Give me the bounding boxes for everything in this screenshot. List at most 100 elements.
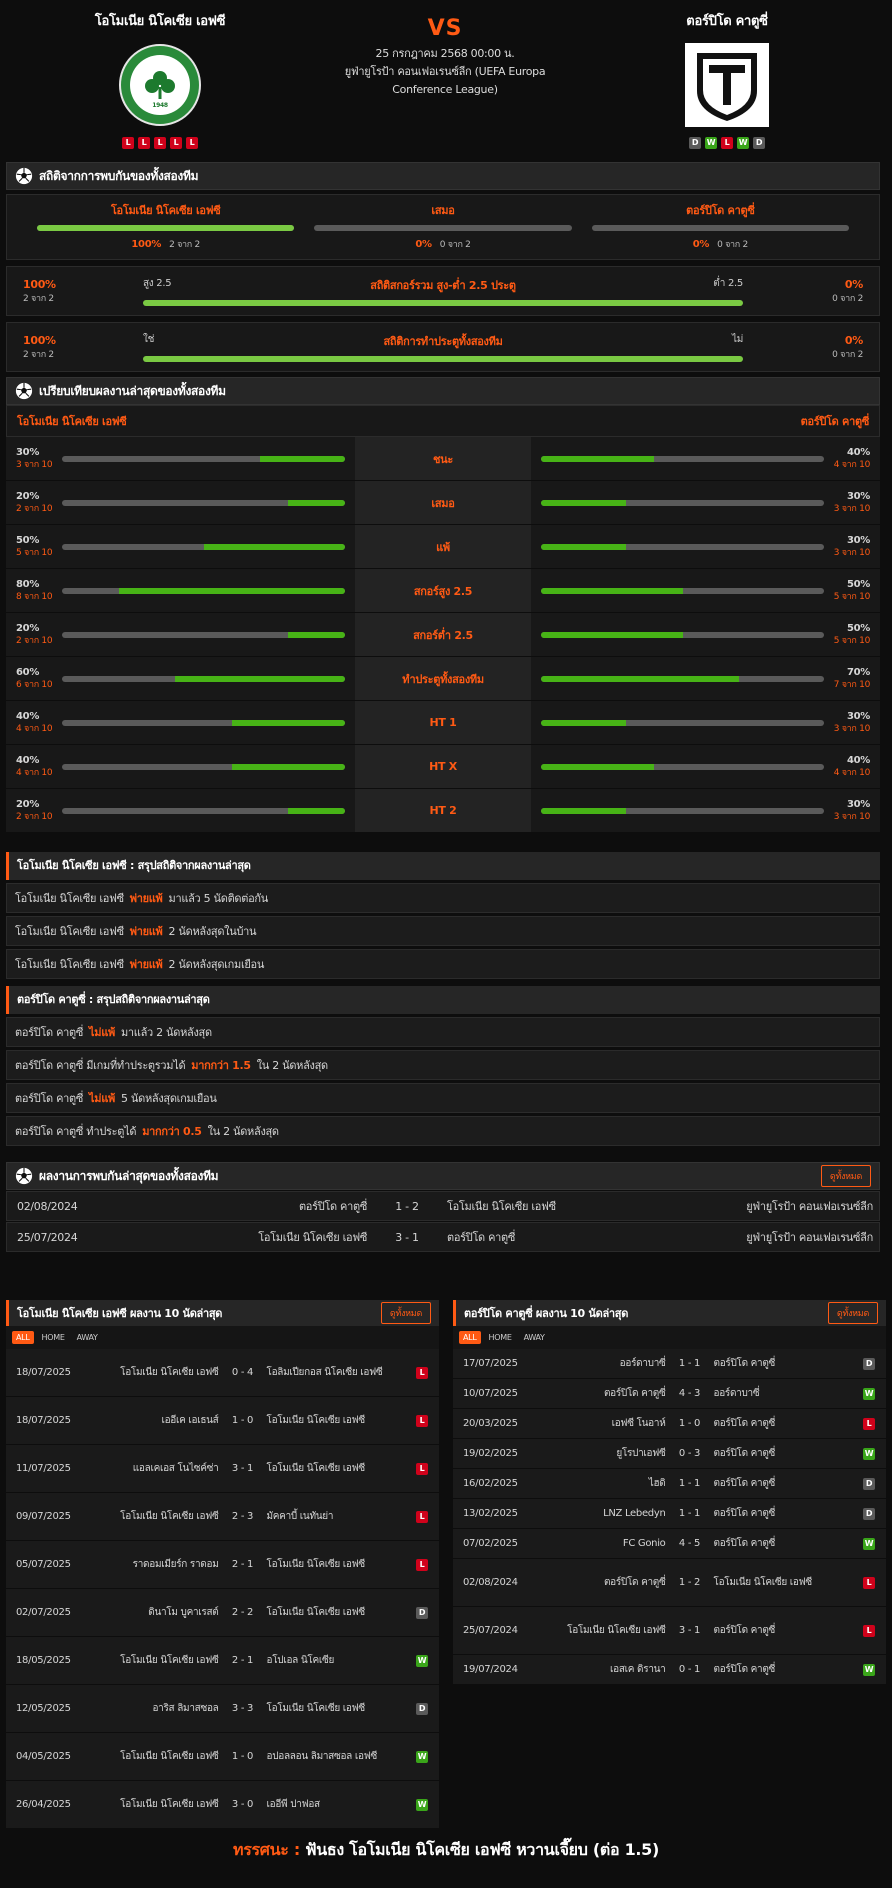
form-badge: D bbox=[689, 137, 701, 149]
match-away-team[interactable]: โอโมเนีย นิโคเซีย เอฟซี bbox=[263, 1413, 406, 1428]
match-away-team[interactable]: ตอร์ปิโด คาตูซี่ bbox=[710, 1356, 853, 1371]
match-home-team[interactable]: โอโมเนีย นิโคเซีย เอฟซี bbox=[80, 1749, 223, 1764]
match-home-team[interactable]: โอโมเนีย นิโคเซีย เอฟซี bbox=[80, 1365, 223, 1380]
match-home-team[interactable]: ไฮดิ bbox=[527, 1476, 670, 1491]
match-away-team[interactable]: โอโมเนีย นิโคเซีย เอฟซี bbox=[263, 1605, 406, 1620]
match-away-team[interactable]: โอโมเนีย นิโคเซีย เอฟซี bbox=[710, 1575, 853, 1590]
match-row[interactable]: 13/02/2025 LNZ Lebedyn 1 - 1 ตอร์ปิโด คาตูซ… bbox=[453, 1499, 886, 1529]
match-away-team[interactable]: อโปเอล นิโคเซีย bbox=[263, 1653, 406, 1668]
match-row[interactable]: 11/07/2025 แอลเคเอส โนไซค์ซ่า 3 - 1 โอโมเนี… bbox=[6, 1445, 439, 1493]
match-home-team[interactable]: เออีเค เอเธนส์ bbox=[80, 1413, 223, 1428]
match-away-team[interactable]: โอโมเนีย นิโคเซีย เอฟซี bbox=[263, 1701, 406, 1716]
compare-away-bar bbox=[541, 499, 824, 506]
match-home-team[interactable]: เอสเค ดิรานา bbox=[527, 1662, 670, 1677]
summary-subject: ตอร์ปิโด คาตูซี่ bbox=[15, 1092, 84, 1105]
match-home-team[interactable]: โอโมเนีย นิโคเซีย เอฟซี bbox=[80, 1653, 223, 1668]
home-team-name[interactable]: โอโมเนีย นิโคเซีย เอฟซี bbox=[40, 10, 280, 31]
match-home-team[interactable]: ราดอมเมียร์ก ราดอม bbox=[80, 1557, 223, 1572]
match-row[interactable]: 20/03/2025 เอฟซี โนอาห์ 1 - 0 ตอร์ปิโด คาตู… bbox=[453, 1409, 886, 1439]
match-row[interactable]: 12/05/2025 อาริส ลิมาสซอล 3 - 3 โอโมเนีย นิ… bbox=[6, 1685, 439, 1733]
match-home-team[interactable]: ตอร์ปิโด คาตูซี่ bbox=[527, 1575, 670, 1590]
match-away-team[interactable]: อปอลลอน ลิมาสซอล เอฟซี bbox=[263, 1749, 406, 1764]
away-filter-tabs: ALL HOME AWAY bbox=[453, 1326, 886, 1349]
summary-row: โอโมเนีย นิโคเซีย เอฟซี พ่ายแพ้ 2 นัดหลังส… bbox=[6, 949, 880, 979]
btts-bar bbox=[143, 356, 743, 362]
result-badge: W bbox=[863, 1537, 875, 1550]
match-home-team[interactable]: โอโมเนีย นิโคเซีย เอฟซี bbox=[80, 1797, 223, 1812]
match-row[interactable]: 07/02/2025 FC Gonio 4 - 5 ตอร์ปิโด คาตูซี่ W bbox=[453, 1529, 886, 1559]
ou-under-label: ต่ำ 2.5 bbox=[713, 278, 743, 289]
match-away-team[interactable]: ตอร์ปิโด คาตูซี่ bbox=[710, 1446, 853, 1461]
match-away-team[interactable]: มัคคาบี้ เนทันย่า bbox=[263, 1509, 406, 1524]
away-team-name[interactable]: ตอร์ปิโด คาตูซี่ bbox=[612, 10, 842, 31]
match-away-team[interactable]: ออร์ดาบาซี่ bbox=[710, 1386, 853, 1401]
match-row[interactable]: 18/07/2025 โอโมเนีย นิโคเซีย เอฟซี 0 - 4 โอ… bbox=[6, 1349, 439, 1397]
tab-all[interactable]: ALL bbox=[459, 1331, 481, 1344]
h2h-match-away[interactable]: โอโมเนีย นิโคเซีย เอฟซี bbox=[447, 1197, 647, 1215]
match-home-team[interactable]: โอโมเนีย นิโคเซีย เอฟซี bbox=[80, 1509, 223, 1524]
match-result: L bbox=[852, 1417, 886, 1430]
away-team[interactable]: ตอร์ปิโด คาตูซี่ DWLWD bbox=[612, 10, 842, 149]
h2h-match-competition: ยูฟ่ายูโรป้า คอนเฟอเรนซ์ลีก bbox=[746, 1231, 873, 1244]
compare-away-bar bbox=[541, 763, 824, 770]
match-home-team[interactable]: โอโมเนีย นิโคเซีย เอฟซี bbox=[527, 1623, 670, 1638]
home-view-all-button[interactable]: ดูทั้งหมด bbox=[380, 1302, 431, 1324]
match-away-team[interactable]: เออีพี ปาฟอส bbox=[263, 1797, 406, 1812]
match-row[interactable]: 09/07/2025 โอโมเนีย นิโคเซีย เอฟซี 2 - 3 มั… bbox=[6, 1493, 439, 1541]
match-date: 25/07/2024 bbox=[463, 1625, 518, 1636]
match-row[interactable]: 16/02/2025 ไฮดิ 1 - 1 ตอร์ปิโด คาตูซี่ D bbox=[453, 1469, 886, 1499]
match-away-team[interactable]: ตอร์ปิโด คาตูซี่ bbox=[710, 1416, 853, 1431]
match-away-team[interactable]: โอโมเนีย นิโคเซีย เอฟซี bbox=[263, 1461, 406, 1476]
away-view-all-button[interactable]: ดูทั้งหมด bbox=[827, 1302, 878, 1324]
match-home-team[interactable]: FC Gonio bbox=[527, 1538, 670, 1549]
match-away-team[interactable]: ตอร์ปิโด คาตูซี่ bbox=[710, 1662, 853, 1677]
match-home-team[interactable]: ออร์ดาบาซี่ bbox=[527, 1356, 670, 1371]
match-row[interactable]: 26/04/2025 โอโมเนีย นิโคเซีย เอฟซี 3 - 0 เอ… bbox=[6, 1781, 439, 1829]
match-score: 2 - 1 bbox=[231, 1559, 254, 1570]
tab-away[interactable]: AWAY bbox=[520, 1331, 549, 1344]
match-home-team[interactable]: ดินาโม บูคาเรสต์ bbox=[80, 1605, 223, 1620]
match-home-team[interactable]: แอลเคเอส โนไซค์ซ่า bbox=[80, 1461, 223, 1476]
match-away-team[interactable]: ตอร์ปิโด คาตูซี่ bbox=[710, 1506, 853, 1521]
match-away-team[interactable]: ตอร์ปิโด คาตูซี่ bbox=[710, 1623, 853, 1638]
match-row[interactable]: 02/08/2024 ตอร์ปิโด คาตูซี่ 1 - 2 โอโมเนีย … bbox=[453, 1559, 886, 1607]
match-home-team[interactable]: ยูโรปาเอฟซี bbox=[527, 1446, 670, 1461]
tab-home[interactable]: HOME bbox=[38, 1331, 69, 1344]
compare-home-percent: 30% bbox=[16, 446, 40, 458]
compare-away-count: 3 จาก 10 bbox=[833, 811, 871, 822]
match-row[interactable]: 25/07/2024 โอโมเนีย นิโคเซีย เอฟซี 3 - 1 ตอ… bbox=[453, 1607, 886, 1655]
view-all-button[interactable]: ดูทั้งหมด bbox=[820, 1165, 871, 1187]
home-team[interactable]: โอโมเนีย นิโคเซีย เอฟซี 1948 LLLLL bbox=[40, 10, 280, 149]
match-row[interactable]: 19/07/2024 เอสเค ดิรานา 0 - 1 ตอร์ปิโด คาตู… bbox=[453, 1655, 886, 1685]
match-row[interactable]: 19/02/2025 ยูโรปาเอฟซี 0 - 3 ตอร์ปิโด คาตูซ… bbox=[453, 1439, 886, 1469]
compare-home-count: 4 จาก 10 bbox=[16, 723, 53, 734]
tab-away[interactable]: AWAY bbox=[73, 1331, 102, 1344]
h2h-bar bbox=[314, 225, 572, 231]
match-row[interactable]: 05/07/2025 ราดอมเมียร์ก ราดอม 2 - 1 โอโมเนี… bbox=[6, 1541, 439, 1589]
compare-home-bar bbox=[62, 631, 345, 638]
match-away-team[interactable]: ตอร์ปิโด คาตูซี่ bbox=[710, 1476, 853, 1491]
match-home-team[interactable]: เอฟซี โนอาห์ bbox=[527, 1416, 670, 1431]
h2h-match-away[interactable]: ตอร์ปิโด คาตูซี่ bbox=[447, 1228, 647, 1246]
match-home-team[interactable]: LNZ Lebedyn bbox=[527, 1508, 670, 1519]
match-home-team[interactable]: ตอร์ปิโด คาตูซี่ bbox=[527, 1386, 670, 1401]
match-row[interactable]: 04/05/2025 โอโมเนีย นิโคเซีย เอฟซี 1 - 0 อป… bbox=[6, 1733, 439, 1781]
match-row[interactable]: 02/07/2025 ดินาโม บูคาเรสต์ 2 - 2 โอโมเนีย … bbox=[6, 1589, 439, 1637]
summary-detail: ใน 2 นัดหลังสุด bbox=[256, 1059, 328, 1072]
h2h-match-row[interactable]: 02/08/2024 ตอร์ปิโด คาตูซี่ 1 - 2 โอโมเนีย … bbox=[6, 1191, 880, 1221]
h2h-match-home[interactable]: โอโมเนีย นิโคเซีย เอฟซี bbox=[147, 1228, 367, 1246]
match-row[interactable]: 10/07/2025 ตอร์ปิโด คาตูซี่ 4 - 3 ออร์ดาบาซ… bbox=[453, 1379, 886, 1409]
match-row[interactable]: 18/07/2025 เออีเค เอเธนส์ 1 - 0 โอโมเนีย นิ… bbox=[6, 1397, 439, 1445]
match-away-team[interactable]: โอโมเนีย นิโคเซีย เอฟซี bbox=[263, 1557, 406, 1572]
tab-all[interactable]: ALL bbox=[12, 1331, 34, 1344]
match-row[interactable]: 18/05/2025 โอโมเนีย นิโคเซีย เอฟซี 2 - 1 อโ… bbox=[6, 1637, 439, 1685]
compare-home-count: 8 จาก 10 bbox=[16, 591, 53, 602]
match-away-team[interactable]: โอลิมเปียกอส นิโคเซีย เอฟซี bbox=[263, 1365, 406, 1380]
match-away-team[interactable]: ตอร์ปิโด คาตูซี่ bbox=[710, 1536, 853, 1551]
match-result: D bbox=[852, 1357, 886, 1370]
match-home-team[interactable]: อาริส ลิมาสซอล bbox=[80, 1701, 223, 1716]
tab-home[interactable]: HOME bbox=[485, 1331, 516, 1344]
h2h-match-row[interactable]: 25/07/2024 โอโมเนีย นิโคเซีย เอฟซี 3 - 1 ตอ… bbox=[6, 1222, 880, 1252]
h2h-match-home[interactable]: ตอร์ปิโด คาตูซี่ bbox=[147, 1197, 367, 1215]
match-row[interactable]: 17/07/2025 ออร์ดาบาซี่ 1 - 1 ตอร์ปิโด คาตูซ… bbox=[453, 1349, 886, 1379]
